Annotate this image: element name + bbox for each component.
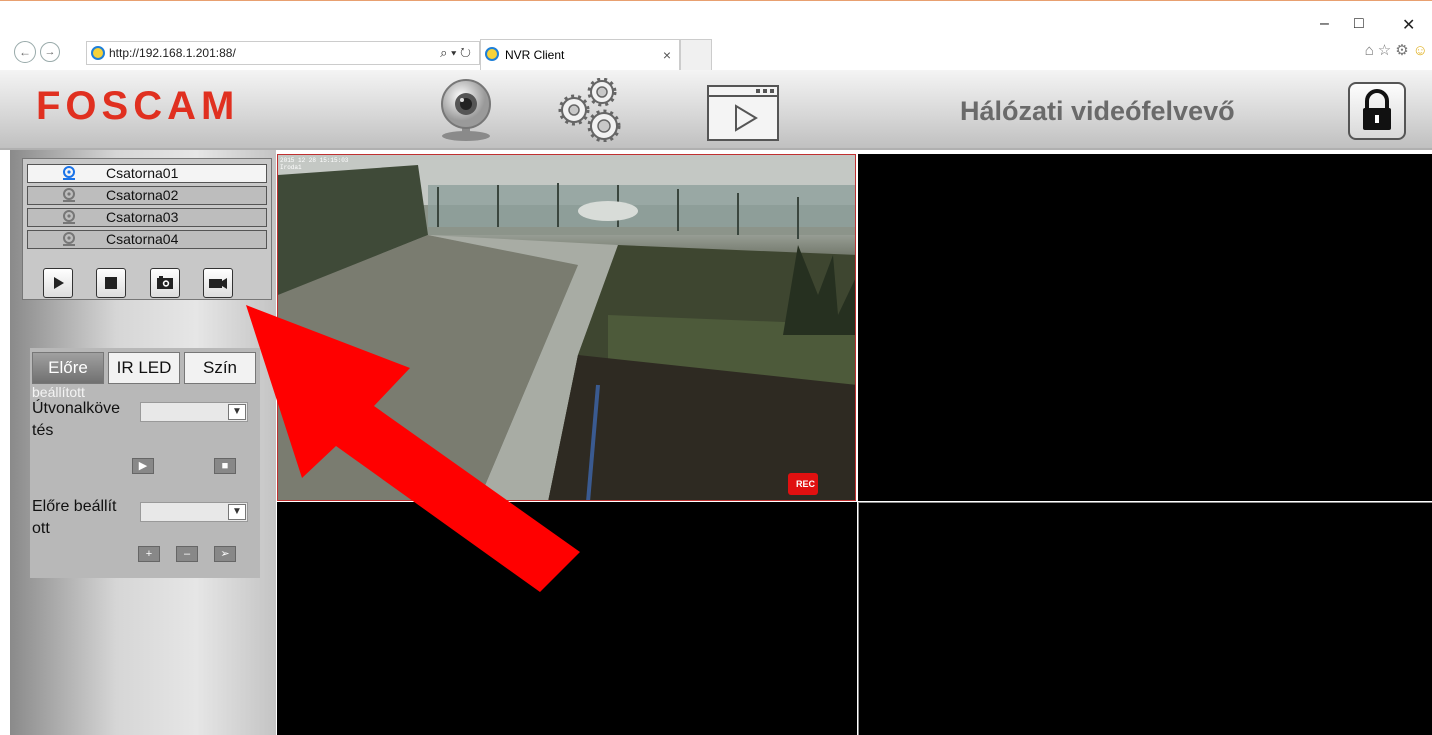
screen: ← → http://192.168.1.201:88/ ⌕ ▾ ↻ NVR C… [0,0,1432,735]
red-arrow-annotation [246,305,580,592]
